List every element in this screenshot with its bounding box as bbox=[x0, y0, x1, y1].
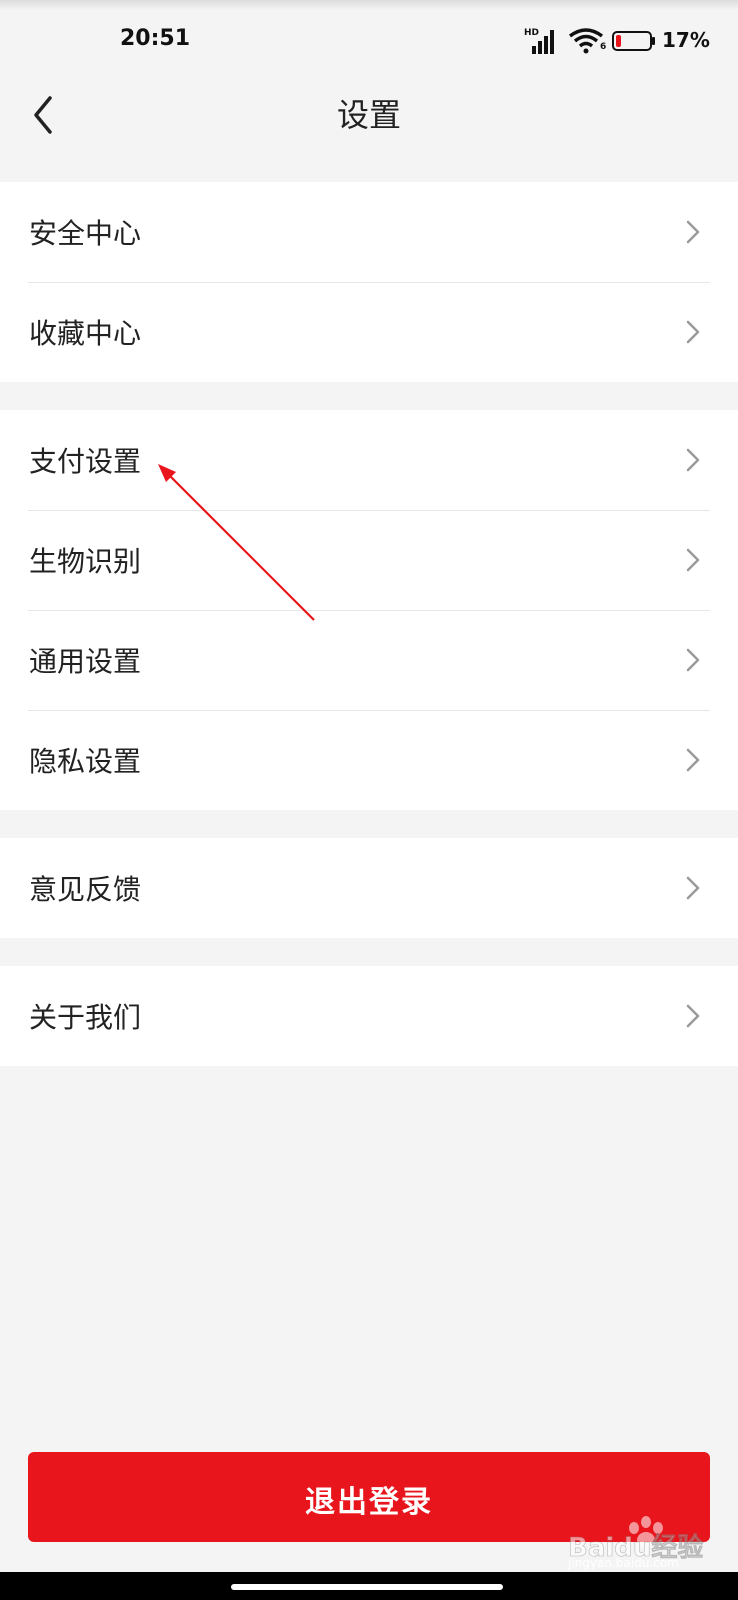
settings-row-biometrics[interactable]: 生物识别 bbox=[0, 510, 738, 610]
row-label: 关于我们 bbox=[29, 1001, 142, 1034]
battery-icon bbox=[612, 31, 655, 51]
settings-group-preferences: 支付设置 生物识别 通用设置 隐私设置 bbox=[0, 410, 738, 810]
watermark-url: jingyan.baidu.com bbox=[568, 1556, 679, 1570]
chevron-right-icon bbox=[686, 320, 700, 344]
chevron-right-icon bbox=[686, 448, 700, 472]
chevron-right-icon bbox=[686, 876, 700, 900]
battery-percent: 17% bbox=[662, 28, 710, 52]
settings-row-privacy-settings[interactable]: 隐私设置 bbox=[0, 710, 738, 810]
home-indicator[interactable] bbox=[231, 1584, 503, 1590]
status-time: 20:51 bbox=[120, 26, 191, 51]
row-label: 支付设置 bbox=[29, 445, 142, 478]
chevron-right-icon bbox=[686, 548, 700, 572]
settings-group-feedback: 意见反馈 bbox=[0, 838, 738, 938]
settings-row-about-us[interactable]: 关于我们 bbox=[0, 966, 738, 1066]
page-title: 设置 bbox=[336, 96, 401, 134]
status-icons: HD 6 17% bbox=[524, 26, 724, 56]
chevron-right-icon bbox=[686, 748, 700, 772]
settings-row-payment-settings[interactable]: 支付设置 bbox=[0, 410, 738, 510]
settings-row-general-settings[interactable]: 通用设置 bbox=[0, 610, 738, 710]
row-label: 通用设置 bbox=[29, 645, 142, 678]
status-bar: 20:51 HD 6 17% bbox=[0, 0, 738, 86]
settings-group-account: 安全中心 收藏中心 bbox=[0, 182, 738, 382]
wifi-icon bbox=[568, 28, 604, 54]
row-label: 生物识别 bbox=[29, 545, 142, 578]
row-label: 隐私设置 bbox=[29, 745, 142, 778]
row-label: 安全中心 bbox=[29, 217, 142, 250]
hd-badge: HD bbox=[524, 28, 540, 38]
settings-row-favorites-center[interactable]: 收藏中心 bbox=[0, 282, 738, 382]
settings-row-security-center[interactable]: 安全中心 bbox=[0, 182, 738, 282]
wifi-badge: 6 bbox=[600, 42, 607, 52]
chevron-right-icon bbox=[686, 648, 700, 672]
nav-header: 设置 bbox=[0, 80, 738, 180]
chevron-right-icon bbox=[686, 1004, 700, 1028]
chevron-right-icon bbox=[686, 220, 700, 244]
row-label: 意见反馈 bbox=[29, 873, 142, 906]
settings-row-feedback[interactable]: 意见反馈 bbox=[0, 838, 738, 938]
gesture-bar-area bbox=[0, 1572, 738, 1600]
settings-group-about: 关于我们 bbox=[0, 966, 738, 1066]
row-label: 收藏中心 bbox=[29, 317, 142, 350]
